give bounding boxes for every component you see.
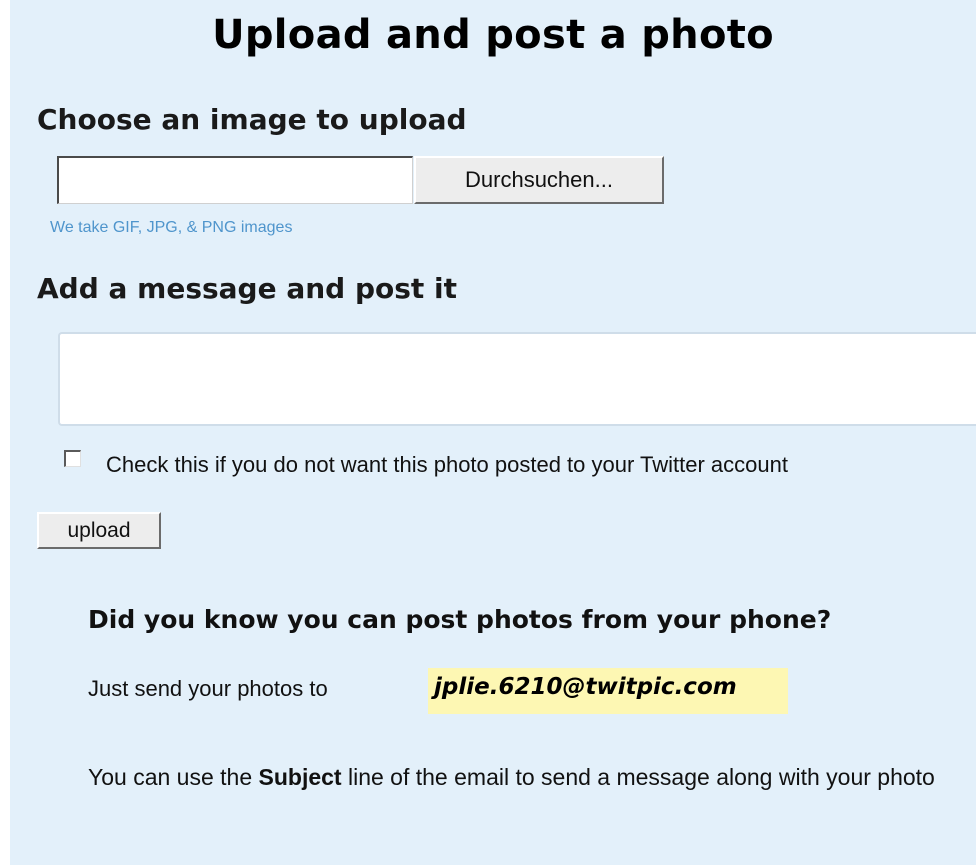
no-twitter-post-checkbox[interactable] <box>64 450 81 467</box>
send-photos-text: Just send your photos to <box>88 676 328 701</box>
subject-tip-suffix: line of the email to send a message alon… <box>341 764 935 790</box>
message-input[interactable] <box>58 332 976 426</box>
phone-upload-heading: Did you know you can post photos from yo… <box>88 605 832 634</box>
subject-tip: You can use the Subject line of the emai… <box>88 760 948 794</box>
page-title: Upload and post a photo <box>212 12 774 58</box>
file-path-input[interactable] <box>57 156 413 204</box>
no-twitter-post-label: Check this if you do not want this photo… <box>106 452 788 477</box>
upload-email-address: jplie.6210@twitpic.com <box>434 674 737 700</box>
upload-button[interactable]: upload <box>37 512 161 549</box>
file-types-hint: We take GIF, JPG, & PNG images <box>50 219 293 236</box>
subject-keyword: Subject <box>258 764 342 790</box>
subject-tip-prefix: You can use the <box>88 764 259 790</box>
add-message-heading: Add a message and post it <box>37 272 457 305</box>
choose-image-heading: Choose an image to upload <box>37 103 467 136</box>
browse-button[interactable]: Durchsuchen... <box>414 156 664 204</box>
